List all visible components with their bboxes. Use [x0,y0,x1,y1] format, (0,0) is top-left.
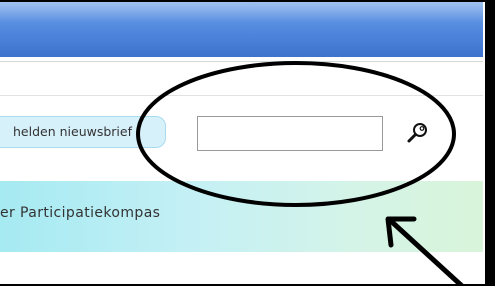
search-input[interactable] [197,116,383,151]
banner-title: er Participatiekompas [0,205,161,221]
newsletter-label: helden nieuwsbrief [13,124,132,139]
newsletter-button[interactable]: helden nieuwsbrief [0,116,166,148]
magnifier-icon [407,123,427,143]
right-border [485,0,495,286]
divider-toolbar [0,95,483,96]
search-button[interactable] [405,120,431,146]
divider-top [0,61,483,62]
header-bar [0,2,483,57]
header-shine [0,2,483,22]
